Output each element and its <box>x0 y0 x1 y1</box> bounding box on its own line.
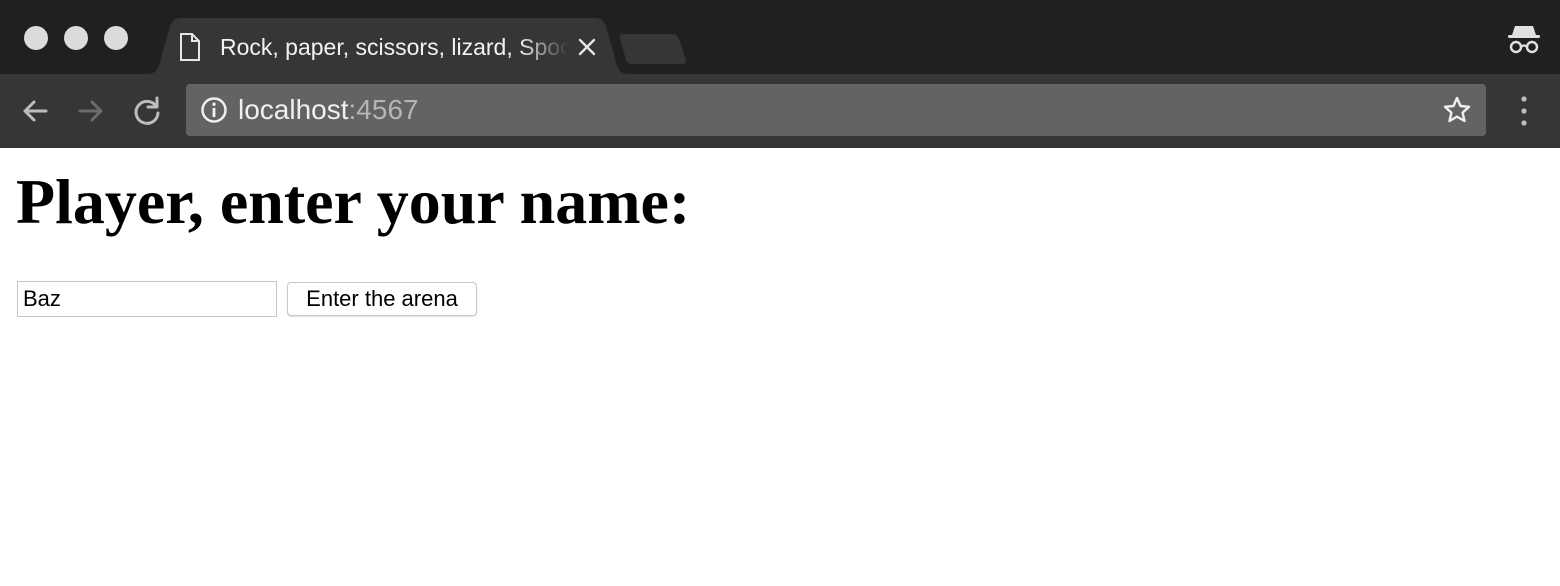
window-minimize-button[interactable] <box>64 26 88 50</box>
new-tab-button[interactable] <box>619 34 690 64</box>
active-tab[interactable]: Rock, paper, scissors, lizard, Spock <box>146 18 630 74</box>
reload-icon[interactable] <box>130 94 164 128</box>
player-name-input[interactable] <box>17 281 277 317</box>
close-icon[interactable] <box>574 34 600 60</box>
url-text[interactable]: localhost:4567 <box>238 94 419 126</box>
url-host: localhost <box>238 94 349 125</box>
incognito-icon[interactable] <box>1506 20 1542 56</box>
browser-toolbar: localhost:4567 <box>0 74 1560 148</box>
window-close-button[interactable] <box>24 26 48 50</box>
page-title: Player, enter your name: <box>16 166 691 237</box>
window-zoom-button[interactable] <box>104 26 128 50</box>
star-icon[interactable] <box>1442 95 1472 125</box>
info-icon[interactable] <box>200 96 228 124</box>
enter-arena-button[interactable]: Enter the arena <box>287 282 477 316</box>
address-bar[interactable]: localhost:4567 <box>186 84 1486 136</box>
url-port: :4567 <box>348 94 419 125</box>
tab-title: Rock, paper, scissors, lizard, Spock <box>220 34 568 60</box>
arrow-right-icon[interactable] <box>74 94 108 128</box>
kebab-menu-icon[interactable] <box>1510 94 1538 128</box>
tab-strip: Rock, paper, scissors, lizard, Spock <box>0 0 1560 74</box>
page-content: Player, enter your name: Enter the arena <box>0 148 1560 586</box>
document-icon <box>178 32 202 62</box>
arrow-left-icon[interactable] <box>18 94 52 128</box>
